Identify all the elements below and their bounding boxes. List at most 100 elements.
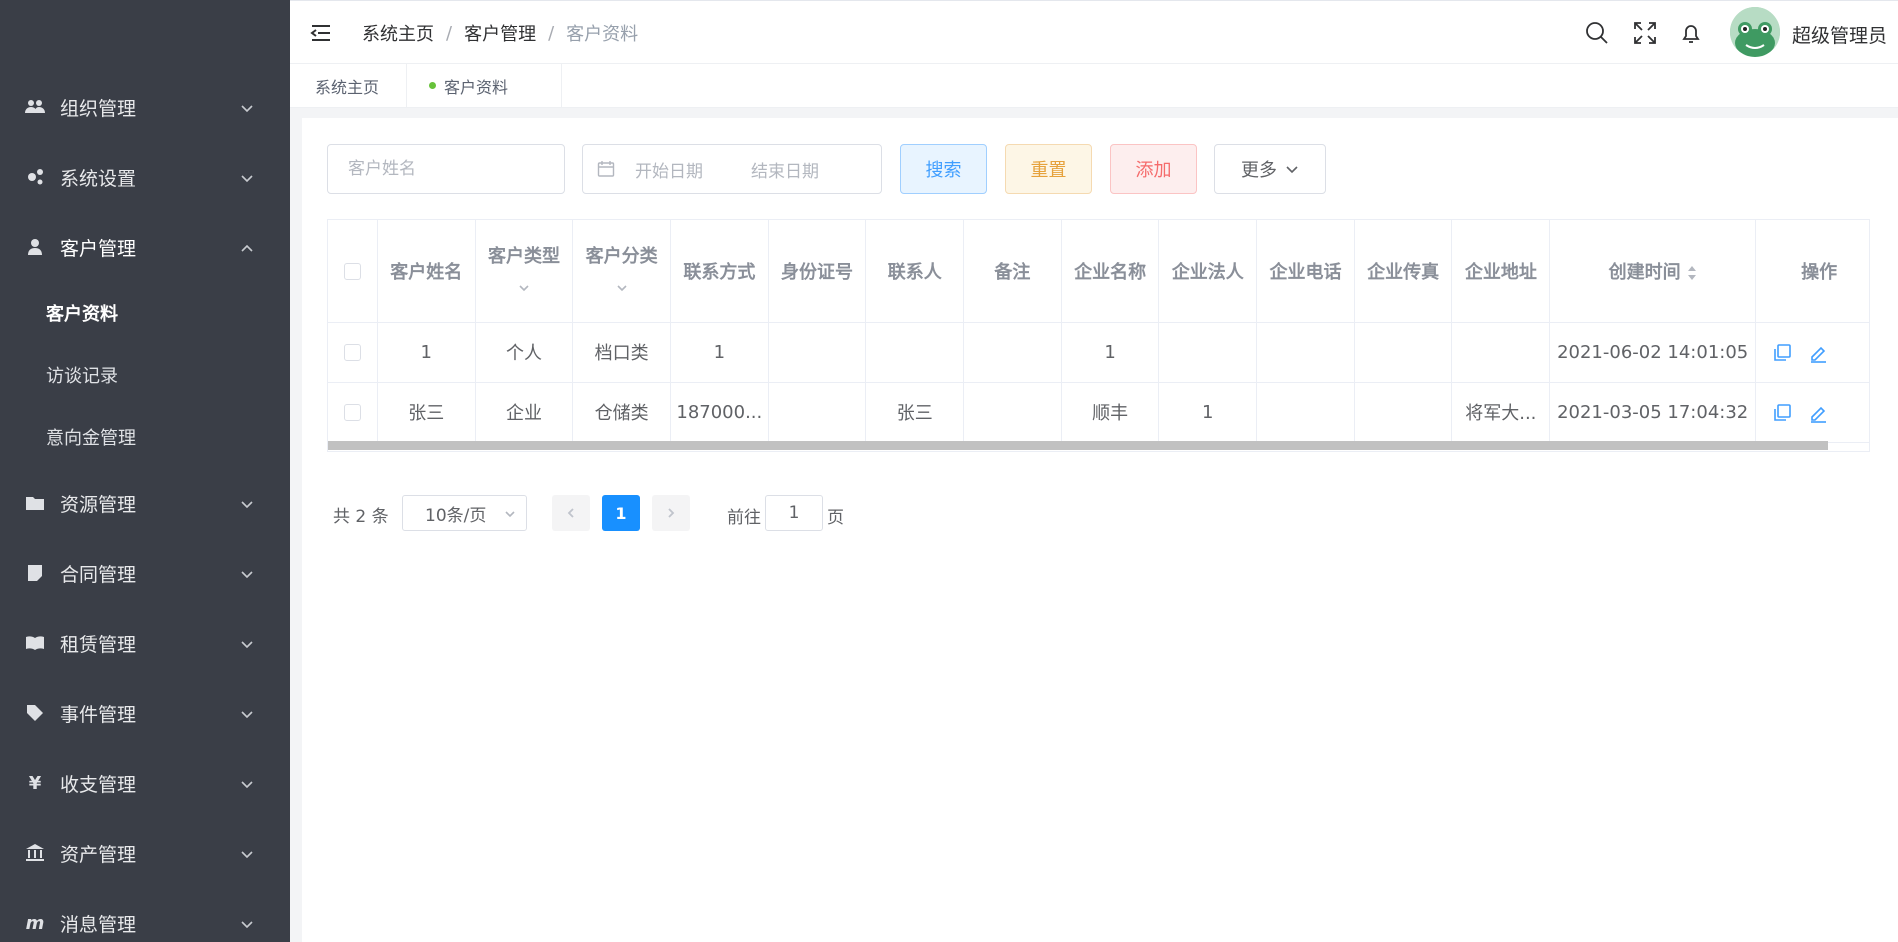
tag-label: 系统主页 bbox=[315, 77, 380, 97]
book-icon bbox=[24, 632, 46, 654]
column-header: 联系方式 bbox=[670, 220, 769, 323]
column-header-sortable[interactable]: 创建时间 bbox=[1549, 220, 1757, 323]
sidebar-item-org[interactable]: 组织管理 bbox=[0, 72, 290, 142]
sidebar-menu: 组织管理 系统设置 客户管理 客户资料 访谈记录 意向金管理 资源管理 合同管理 bbox=[0, 72, 290, 942]
menu-fold-icon[interactable] bbox=[310, 22, 332, 44]
sidebar-item-label: 租赁管理 bbox=[60, 633, 137, 656]
customer-name-input[interactable] bbox=[327, 144, 565, 194]
chevron-left-icon bbox=[567, 508, 574, 518]
copy-icon[interactable] bbox=[1772, 403, 1792, 423]
table-cell bbox=[865, 322, 965, 383]
horizontal-scrollbar[interactable] bbox=[328, 441, 1828, 450]
table-cell bbox=[963, 322, 1062, 383]
chevron-right-icon bbox=[668, 508, 675, 518]
reset-button[interactable]: 重置 bbox=[1005, 144, 1092, 194]
table-row: 1 个人 档口类 1 1 2021-06-02 14:01:05 bbox=[328, 322, 1869, 383]
select-all-checkbox[interactable] bbox=[343, 262, 361, 280]
search-icon[interactable] bbox=[1585, 21, 1609, 45]
sidebar-item-resources[interactable]: 资源管理 bbox=[0, 468, 290, 538]
avatar[interactable] bbox=[1730, 7, 1780, 57]
sidebar-item-assets[interactable]: 资产管理 bbox=[0, 818, 290, 888]
edit-icon[interactable] bbox=[1808, 343, 1828, 363]
column-header-label: 客户分类 bbox=[585, 246, 658, 268]
fullscreen-icon[interactable] bbox=[1633, 21, 1657, 45]
sidebar-item-customers[interactable]: 客户管理 bbox=[0, 212, 290, 282]
sort-caret-icon[interactable] bbox=[1687, 265, 1697, 281]
column-header: 企业地址 bbox=[1451, 220, 1551, 323]
row-select-cell bbox=[328, 322, 378, 383]
prev-page-button[interactable] bbox=[552, 495, 590, 531]
breadcrumb: 系统主页 / 客户管理 / 客户资料 bbox=[362, 20, 638, 46]
chevron-down-icon bbox=[240, 98, 254, 113]
actions-cell bbox=[1755, 382, 1869, 443]
tag-home[interactable]: 系统主页 bbox=[290, 64, 407, 107]
sidebar-item-contracts[interactable]: 合同管理 bbox=[0, 538, 290, 608]
user-name[interactable]: 超级管理员 bbox=[1792, 21, 1887, 48]
table-row: 张三 企业 仓储类 187000... 张三 顺丰 1 将军大... 2021-… bbox=[328, 382, 1869, 443]
row-select-cell bbox=[328, 382, 378, 443]
breadcrumb-home[interactable]: 系统主页 bbox=[362, 20, 434, 46]
sidebar-subitem-deposit[interactable]: 意向金管理 bbox=[0, 406, 290, 468]
goto-page-input[interactable] bbox=[765, 495, 823, 531]
goto-label: 前往 bbox=[727, 508, 761, 528]
sidebar-item-label: 合同管理 bbox=[60, 563, 137, 586]
column-header: 身份证号 bbox=[768, 220, 867, 323]
start-date-placeholder[interactable]: 开始日期 bbox=[635, 157, 751, 182]
column-header: 企业电话 bbox=[1256, 220, 1355, 323]
page-size-value: 10条/页 bbox=[425, 505, 487, 526]
table-cell bbox=[963, 382, 1062, 443]
page-size-select[interactable]: 10条/页 bbox=[402, 495, 527, 531]
breadcrumb-customers[interactable]: 客户管理 bbox=[464, 20, 536, 46]
chevron-down-icon bbox=[240, 844, 254, 859]
search-button[interactable]: 搜索 bbox=[900, 144, 987, 194]
select-all-cell bbox=[328, 220, 378, 323]
table-cell bbox=[1354, 322, 1453, 383]
sidebar-item-label: 收支管理 bbox=[60, 773, 137, 796]
sidebar-item-settings[interactable]: 系统设置 bbox=[0, 142, 290, 212]
chevron-down-icon bbox=[240, 914, 254, 929]
top-header: 系统主页 / 客户管理 / 客户资料 超级管理员 bbox=[290, 0, 1898, 64]
end-date-placeholder[interactable]: 结束日期 bbox=[751, 157, 819, 182]
sidebar-item-leasing[interactable]: 租赁管理 bbox=[0, 608, 290, 678]
pagination-total: 共 2 条 bbox=[333, 507, 389, 527]
add-button[interactable]: 添加 bbox=[1110, 144, 1197, 194]
sidebar-subitem-customer-profile[interactable]: 客户资料 bbox=[0, 282, 290, 344]
column-header-filterable[interactable]: 客户类型 bbox=[475, 220, 574, 323]
copy-icon[interactable] bbox=[1772, 343, 1792, 363]
table-cell: 2021-03-05 17:04:32 bbox=[1549, 382, 1757, 443]
table-header-row: 客户姓名 客户类型 客户分类 联系方式 身份证号 联系人 备注 企业名称 企业法… bbox=[328, 220, 1869, 323]
next-page-button[interactable] bbox=[652, 495, 690, 531]
sidebar-item-finance[interactable]: ¥ 收支管理 bbox=[0, 748, 290, 818]
tag-customer-profile[interactable]: 客户资料 bbox=[407, 64, 562, 107]
sidebar-subitem-interview-records[interactable]: 访谈记录 bbox=[0, 344, 290, 406]
table-cell: 顺丰 bbox=[1061, 382, 1160, 443]
edit-icon[interactable] bbox=[1808, 403, 1828, 423]
page-suffix-label: 页 bbox=[827, 508, 844, 528]
more-button[interactable]: 更多 bbox=[1214, 144, 1326, 194]
tag-label: 客户资料 bbox=[444, 77, 509, 97]
sidebar-item-events[interactable]: 事件管理 bbox=[0, 678, 290, 748]
filter-chevron-icon[interactable] bbox=[573, 278, 669, 299]
sidebar-item-label: 客户管理 bbox=[60, 237, 137, 260]
filter-chevron-icon[interactable] bbox=[476, 278, 572, 299]
note-icon bbox=[24, 562, 46, 584]
breadcrumb-current: 客户资料 bbox=[566, 24, 639, 45]
sidebar-item-label: 消息管理 bbox=[60, 913, 137, 936]
chevron-down-icon bbox=[240, 494, 254, 509]
page-number-current[interactable]: 1 bbox=[602, 495, 640, 531]
column-header-label: 操作 bbox=[1801, 261, 1838, 283]
chevron-down-icon bbox=[505, 511, 515, 518]
row-checkbox[interactable] bbox=[343, 404, 361, 421]
date-range-picker[interactable]: 开始日期 结束日期 bbox=[582, 144, 882, 194]
table-cell: 仓储类 bbox=[572, 382, 671, 443]
table-cell: 1 bbox=[1061, 322, 1160, 383]
bell-icon[interactable] bbox=[1679, 21, 1703, 45]
table-cell: 档口类 bbox=[572, 322, 671, 383]
row-checkbox[interactable] bbox=[343, 344, 361, 361]
table-cell: 企业 bbox=[475, 382, 574, 443]
column-header-filterable[interactable]: 客户分类 bbox=[572, 220, 671, 323]
column-header: 企业名称 bbox=[1061, 220, 1160, 323]
sidebar-item-messages[interactable]: m 消息管理 bbox=[0, 888, 290, 942]
sidebar-item-label: 资产管理 bbox=[60, 843, 137, 866]
table-cell bbox=[1256, 322, 1355, 383]
